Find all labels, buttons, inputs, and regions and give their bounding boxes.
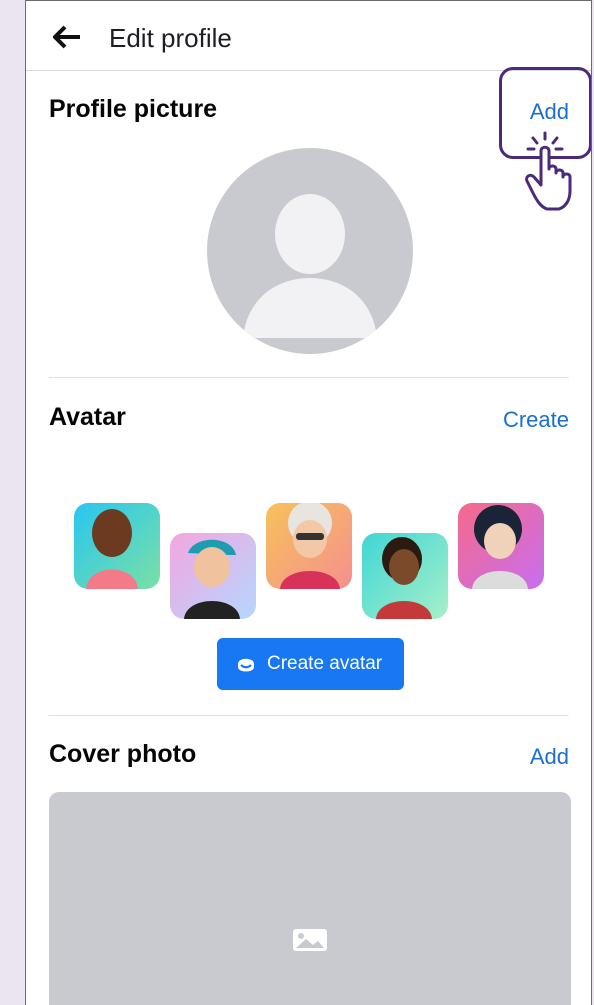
- tap-hand-pointer-icon: [525, 131, 572, 211]
- avatar-figure-icon: [86, 509, 138, 589]
- avatar-preview-2: [170, 533, 256, 619]
- profile-picture-placeholder[interactable]: [207, 148, 413, 354]
- cover-photo-placeholder[interactable]: [49, 792, 571, 1005]
- top-bar: Edit profile: [26, 1, 591, 71]
- create-avatar-button[interactable]: Create avatar: [217, 638, 404, 690]
- avatar-preview-3: [266, 501, 352, 589]
- avatar-preview-4: [362, 533, 448, 619]
- avatar-heading: Avatar: [49, 403, 126, 431]
- profile-picture-heading: Profile picture: [49, 95, 218, 123]
- section-divider: [49, 377, 569, 378]
- cover-photo-add-link[interactable]: Add: [530, 744, 569, 770]
- back-arrow-icon[interactable]: [53, 25, 81, 49]
- edit-profile-screen: Edit profile Profile picture Add Avatar …: [25, 0, 592, 1005]
- default-avatar-silhouette-icon: [243, 194, 377, 338]
- section-divider: [49, 715, 569, 716]
- avatar-figure-icon: [472, 505, 528, 589]
- avatar-figure-icon: [376, 537, 432, 619]
- cover-photo-heading: Cover photo: [49, 740, 197, 768]
- avatar-preview-1: [74, 503, 160, 589]
- avatar-previews: [70, 473, 550, 623]
- avatar-create-link[interactable]: Create: [503, 407, 569, 433]
- avatar-figure-icon: [280, 501, 340, 589]
- image-icon: [293, 929, 327, 951]
- avatar-figure-icon: [184, 539, 240, 619]
- page-title: Edit profile: [109, 23, 232, 53]
- avatar-icon: [238, 658, 254, 672]
- avatar-preview-5: [458, 503, 544, 589]
- create-avatar-label: Create avatar: [267, 653, 383, 674]
